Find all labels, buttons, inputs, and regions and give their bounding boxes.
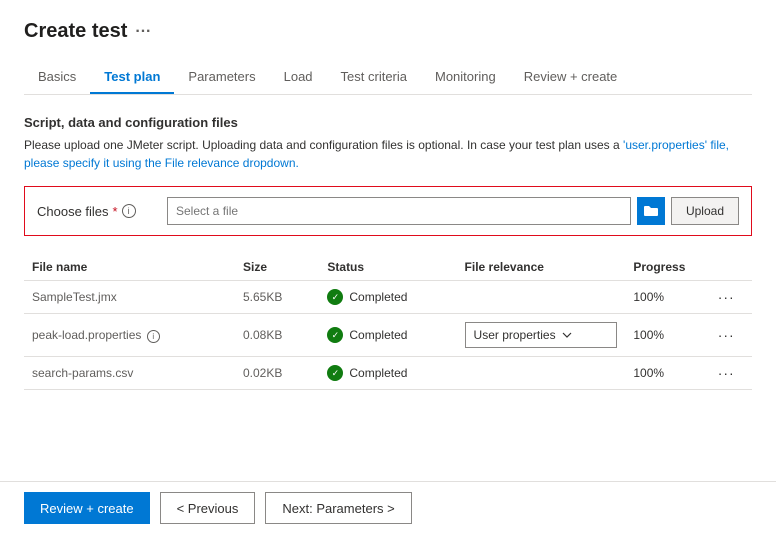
file-relevance-cell[interactable]: User properties	[457, 314, 626, 357]
section-description: Please upload one JMeter script. Uploadi…	[24, 136, 752, 172]
file-relevance-cell	[457, 281, 626, 314]
required-marker: *	[113, 204, 118, 219]
file-name-text: peak-load.properties	[32, 328, 141, 342]
file-info-icon[interactable]: i	[147, 330, 160, 343]
page-title: Create test	[24, 20, 127, 43]
status-cell-content: ✓ Completed	[327, 327, 448, 343]
tab-test-plan[interactable]: Test plan	[90, 61, 174, 94]
file-size-text: 0.02KB	[243, 366, 282, 380]
next-button[interactable]: Next: Parameters >	[265, 492, 411, 524]
relevance-value: User properties	[474, 328, 556, 342]
choose-files-label: Choose files * i	[37, 204, 157, 219]
progress-text: 100%	[633, 328, 664, 342]
footer: Review + create < Previous Next: Paramet…	[0, 481, 776, 534]
file-actions-cell: ···	[710, 314, 752, 357]
file-size-cell: 5.65KB	[235, 281, 319, 314]
choose-files-info-icon[interactable]: i	[122, 204, 136, 218]
status-check-icon: ✓	[327, 289, 343, 305]
status-cell-content: ✓ Completed	[327, 289, 448, 305]
file-status-cell: ✓ Completed	[319, 314, 456, 357]
col-header-size: Size	[235, 254, 319, 281]
file-picker-button[interactable]	[637, 197, 665, 225]
status-text: Completed	[349, 366, 407, 380]
previous-button[interactable]: < Previous	[160, 492, 256, 524]
status-cell-content: ✓ Completed	[327, 365, 448, 381]
col-header-actions	[710, 254, 752, 281]
section-title: Script, data and configuration files	[24, 115, 752, 130]
col-header-progress: Progress	[625, 254, 709, 281]
review-create-button[interactable]: Review + create	[24, 492, 150, 524]
status-check-icon: ✓	[327, 327, 343, 343]
file-actions-cell: ···	[710, 357, 752, 390]
file-size-cell: 0.08KB	[235, 314, 319, 357]
file-size-text: 0.08KB	[243, 328, 282, 342]
file-name-text: SampleTest.jmx	[32, 290, 117, 304]
file-relevance-cell	[457, 357, 626, 390]
tab-monitoring[interactable]: Monitoring	[421, 61, 510, 94]
tabs-nav: Basics Test plan Parameters Load Test cr…	[24, 61, 752, 95]
file-actions-cell: ···	[710, 281, 752, 314]
tab-load[interactable]: Load	[270, 61, 327, 94]
choose-files-box: Choose files * i Upload	[24, 186, 752, 236]
file-size-text: 5.65KB	[243, 290, 282, 304]
status-text: Completed	[349, 328, 407, 342]
file-input-wrapper: Upload	[167, 197, 739, 225]
section-desc-text1: Please upload one JMeter script. Uploadi…	[24, 138, 623, 152]
file-name-cell: peak-load.properties i	[24, 314, 235, 357]
tab-review-create[interactable]: Review + create	[510, 61, 632, 94]
table-row: search-params.csv 0.02KB ✓ Completed 100…	[24, 357, 752, 390]
file-progress-cell: 100%	[625, 281, 709, 314]
progress-text: 100%	[633, 290, 664, 304]
row-more-button[interactable]: ···	[718, 327, 735, 343]
choose-files-text: Choose files	[37, 204, 109, 219]
table-row: peak-load.properties i 0.08KB ✓ Complete…	[24, 314, 752, 357]
tab-test-criteria[interactable]: Test criteria	[327, 61, 421, 94]
page-title-container: Create test ···	[24, 20, 752, 43]
file-size-cell: 0.02KB	[235, 357, 319, 390]
file-name-text: search-params.csv	[32, 366, 133, 380]
files-table: File name Size Status File relevance Pro…	[24, 254, 752, 390]
table-row: SampleTest.jmx 5.65KB ✓ Completed 100% ·…	[24, 281, 752, 314]
table-header-row: File name Size Status File relevance Pro…	[24, 254, 752, 281]
file-status-cell: ✓ Completed	[319, 281, 456, 314]
col-header-filename: File name	[24, 254, 235, 281]
row-more-button[interactable]: ···	[718, 289, 735, 305]
tab-parameters[interactable]: Parameters	[174, 61, 269, 94]
file-progress-cell: 100%	[625, 314, 709, 357]
file-name-cell: search-params.csv	[24, 357, 235, 390]
chevron-down-icon	[562, 332, 572, 338]
file-select-input[interactable]	[167, 197, 631, 225]
file-name-cell: SampleTest.jmx	[24, 281, 235, 314]
relevance-dropdown[interactable]: User properties	[465, 322, 618, 348]
status-text: Completed	[349, 290, 407, 304]
file-status-cell: ✓ Completed	[319, 357, 456, 390]
col-header-relevance: File relevance	[457, 254, 626, 281]
progress-text: 100%	[633, 366, 664, 380]
col-header-status: Status	[319, 254, 456, 281]
status-check-icon: ✓	[327, 365, 343, 381]
page-title-ellipsis[interactable]: ···	[135, 23, 151, 41]
row-more-button[interactable]: ···	[718, 365, 735, 381]
folder-icon	[643, 205, 659, 217]
file-progress-cell: 100%	[625, 357, 709, 390]
tab-basics[interactable]: Basics	[24, 61, 90, 94]
upload-button[interactable]: Upload	[671, 197, 739, 225]
